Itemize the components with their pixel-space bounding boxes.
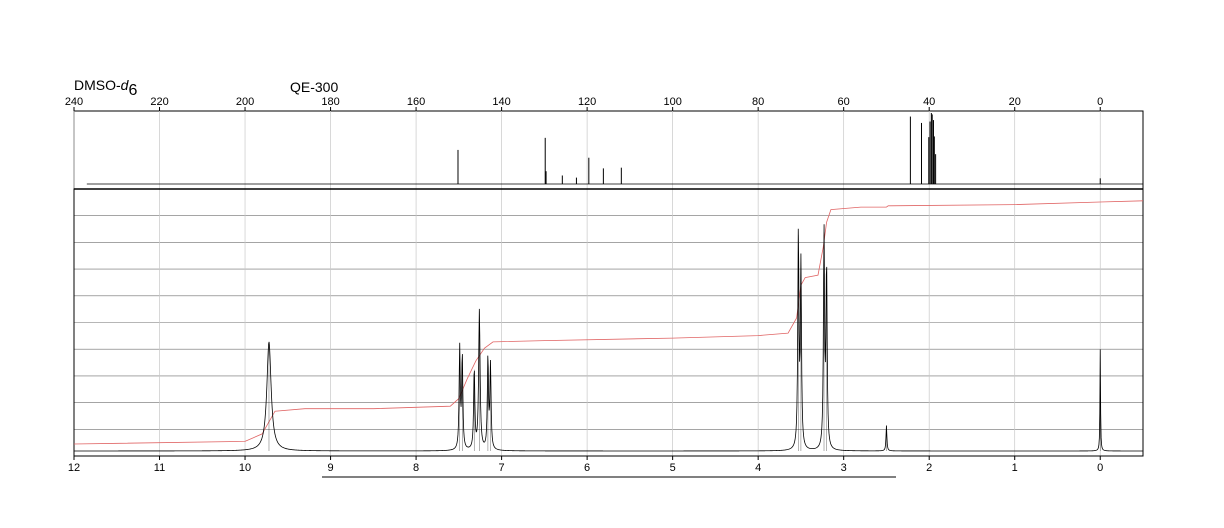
instrument-label: QE-300 (290, 79, 338, 95)
c13-tick-label: 200 (236, 96, 254, 108)
c13-tick-label: 180 (321, 96, 339, 108)
c13-frame (73, 110, 1144, 190)
c13-spectrum-panel: 240 220 200 180 160 140 120 100 80 60 40 20 0 (65, 96, 1144, 190)
c13-tick-label: 80 (752, 96, 764, 108)
c13-tick-label: 220 (150, 96, 168, 108)
h1-spectrum-trace (74, 224, 1143, 452)
h1-tick-label: 3 (841, 462, 847, 474)
h1-tick-label: 5 (670, 462, 676, 474)
h1-tick-label: 9 (327, 462, 333, 474)
nmr-figure: DMSO-d6 QE-300 240 220 200 180 160 140 120 100 8… (65, 77, 1144, 478)
h1-tick-label: 2 (926, 462, 932, 474)
h1-tick-label: 6 (584, 462, 590, 474)
c13-tick-label: 100 (663, 96, 681, 108)
c13-tick-label: 40 (923, 96, 935, 108)
c13-tick-label: 60 (838, 96, 850, 108)
h1-tick-label: 0 (1097, 462, 1103, 474)
c13-tick-label: 20 (1009, 96, 1021, 108)
c13-tick-label: 140 (492, 96, 510, 108)
h1-tick-label: 4 (755, 462, 761, 474)
c13-tick-label: 160 (407, 96, 425, 108)
h1-tick-label: 12 (68, 462, 80, 474)
h1-tick-label: 1 (1012, 462, 1018, 474)
h1-tick-label: 7 (499, 462, 505, 474)
h1-tick-label: 8 (413, 462, 419, 474)
h1-tick-label: 11 (154, 462, 165, 474)
c13-tick-label: 240 (65, 96, 83, 108)
h1-spectrum-panel: 12 11 10 9 8 7 6 5 4 3 2 1 0 (68, 188, 1144, 474)
c13-tick-label: 0 (1097, 96, 1103, 108)
h1-tick-label: 10 (239, 462, 251, 474)
solvent-label: DMSO-d6 (74, 77, 137, 99)
c13-tick-label: 120 (578, 96, 596, 108)
